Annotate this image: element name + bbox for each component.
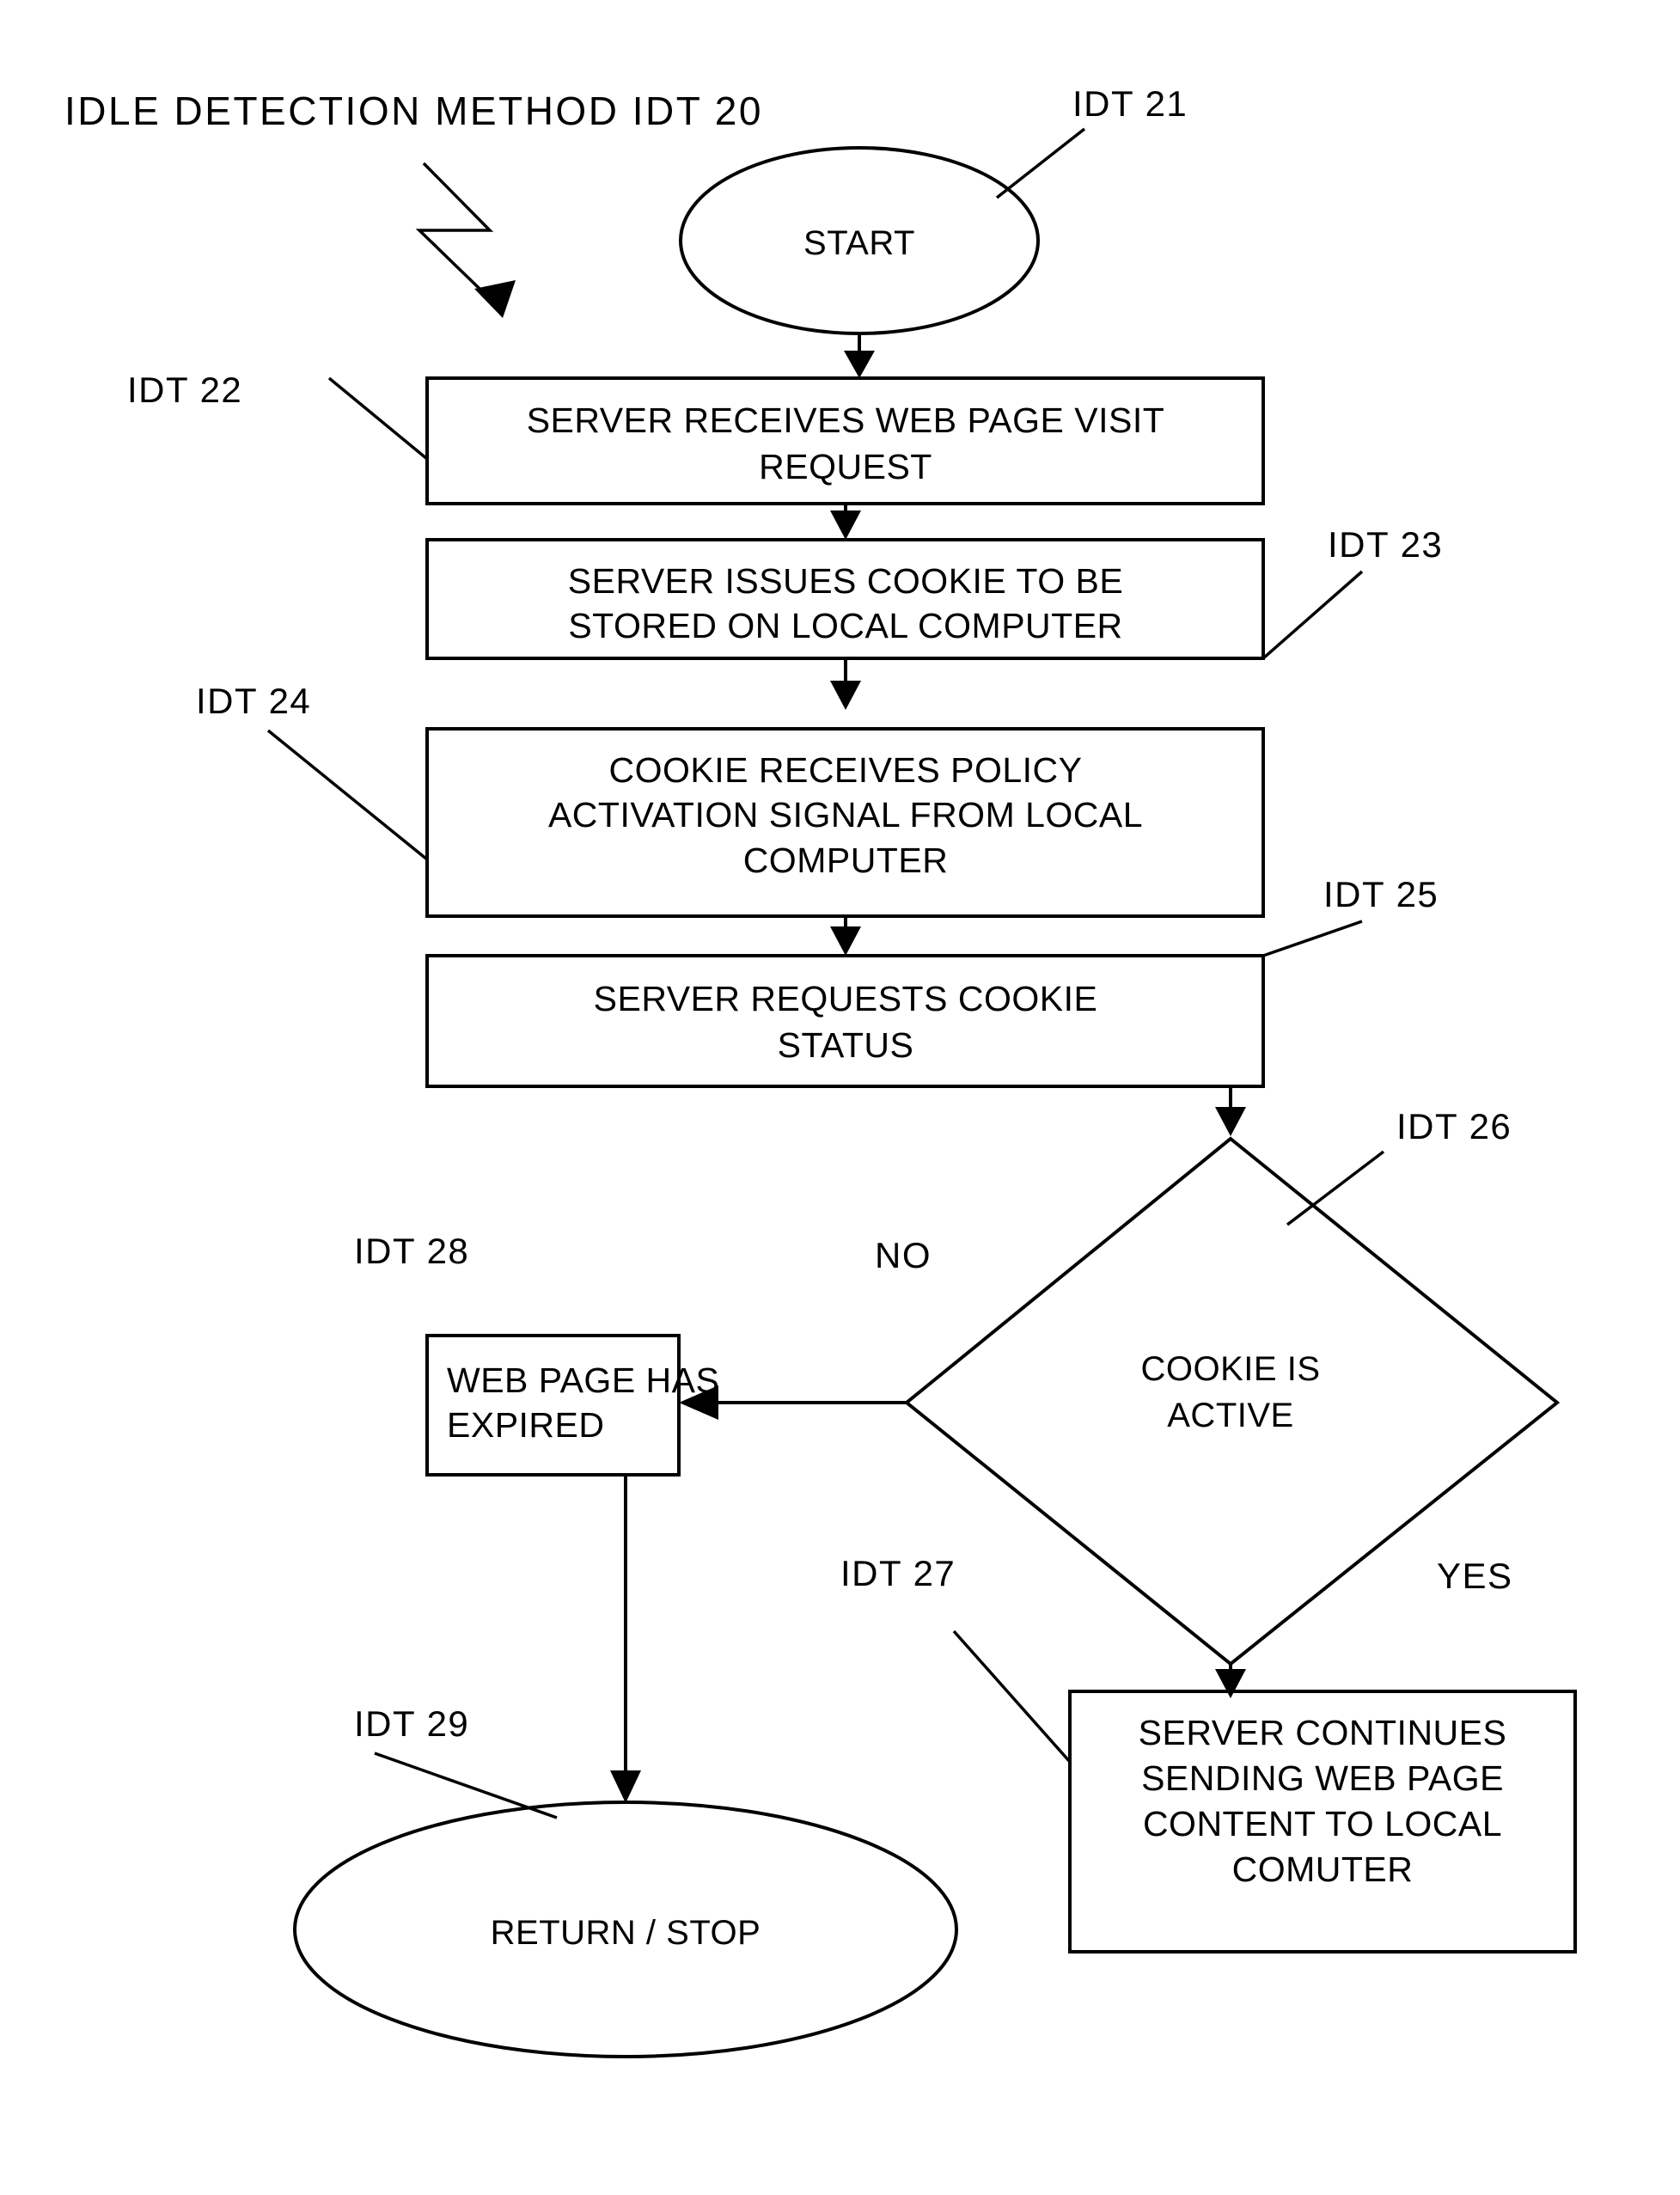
step23-line2: STORED ON LOCAL COMPUTER [568,606,1122,645]
leader-idt-29 [374,1752,558,1819]
decision26-line2: ACTIVE [1167,1397,1293,1434]
ref-label-idt-27: IDT 27 [840,1553,956,1593]
branch-label-no: NO [875,1235,932,1275]
leader-idt-21 [995,127,1086,199]
step27-line3: CONTENT TO LOCAL [1143,1804,1502,1843]
step22-line1: SERVER RECEIVES WEB PAGE VISIT [527,400,1165,440]
step27-line2: SENDING WEB PAGE [1141,1758,1504,1798]
figure-title: IDLE DETECTION METHOD IDT 20 [64,89,763,133]
leader-idt-23 [1262,570,1364,660]
step27-line4: COMUTER [1232,1850,1414,1889]
ref-label-idt-28: IDT 28 [354,1231,469,1271]
ref-label-idt-29: IDT 29 [354,1703,469,1744]
decision26-line1: COOKIE IS [1141,1350,1321,1388]
connector-step23-to-step24 [830,658,861,710]
step28-line2: EXPIRED [447,1405,605,1445]
figure-canvas: IDLE DETECTION METHOD IDT 20 START IDT 2… [0,0,1680,2195]
leader-idt-26 [1286,1150,1385,1226]
connector-step24-to-step25 [830,916,861,956]
leader-idt-22 [327,376,429,461]
step24-line1: COOKIE RECEIVES POLICY [609,750,1083,790]
ref-label-idt-21: IDT 21 [1072,83,1188,124]
connector-step28-to-stop29 [610,1475,641,1803]
branch-label-yes: YES [1437,1556,1513,1596]
ref-label-idt-26: IDT 26 [1396,1106,1512,1146]
leader-idt-27 [952,1629,1072,1764]
ref-label-idt-25: IDT 25 [1323,874,1439,914]
step28-line1: WEB PAGE HAS [447,1360,719,1400]
step25-line2: STATUS [778,1025,914,1065]
title-leader-line [415,162,516,318]
step24-line2: ACTIVATION SIGNAL FROM LOCAL [548,795,1143,835]
connector-start-to-step22 [844,333,875,378]
step22-line2: REQUEST [759,447,932,486]
step23-line1: SERVER ISSUES COOKIE TO BE [568,561,1123,601]
process-box-step25 [425,954,1265,1088]
start-node-label: START [803,224,915,262]
flowchart-diagram: IDLE DETECTION METHOD IDT 20 START IDT 2… [64,83,1577,2058]
stop-node-label: RETURN / STOP [491,1914,761,1952]
title-leader-arrowhead [474,280,516,318]
step25-line1: SERVER REQUESTS COOKIE [594,979,1098,1018]
step27-line1: SERVER CONTINUES [1139,1713,1507,1752]
ref-label-idt-23: IDT 23 [1328,524,1443,565]
leader-idt-24 [266,729,429,861]
step24-line3: COMPUTER [743,841,949,880]
connector-step22-to-step23 [830,504,861,540]
ref-label-idt-24: IDT 24 [196,681,311,721]
connector-step25-to-decision26 [1215,1086,1246,1136]
leader-idt-25 [1262,920,1363,957]
ref-label-idt-22: IDT 22 [127,370,242,410]
